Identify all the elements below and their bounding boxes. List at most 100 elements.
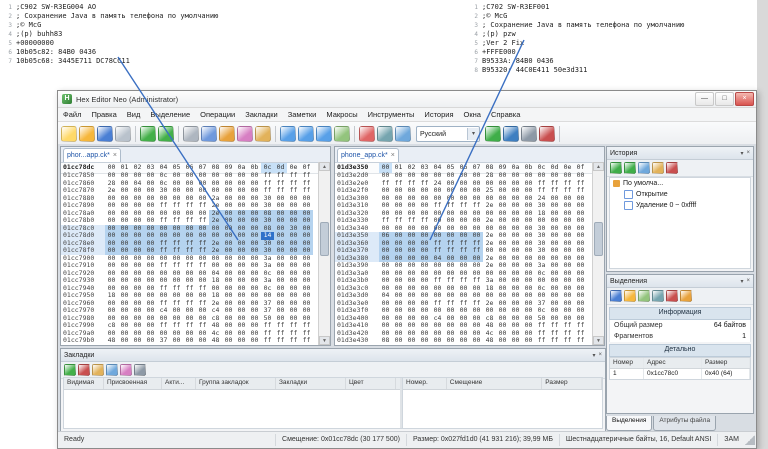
- title-bar[interactable]: H Hex Editor Neo (Administrator) — □ ×: [58, 91, 756, 108]
- hex-byte-cell[interactable]: 37: [157, 337, 170, 345]
- history-item[interactable]: Удаление 0 ~ 0xffff: [610, 200, 750, 211]
- hex-byte-cell[interactable]: 00: [248, 337, 261, 345]
- hex-byte-cell[interactable]: 00: [522, 337, 535, 345]
- menu-item-макросы[interactable]: Макросы: [321, 108, 362, 121]
- scroll-up-icon[interactable]: ▲: [319, 162, 330, 171]
- redo-icon[interactable]: [158, 126, 174, 142]
- hex-byte-cell[interactable]: ff: [561, 337, 574, 345]
- menu-item-заметки[interactable]: Заметки: [283, 108, 322, 121]
- bookmark-options-icon[interactable]: [134, 364, 146, 376]
- pin-icon[interactable]: ▾: [740, 150, 743, 157]
- hex-byte-cell[interactable]: 00: [183, 337, 196, 345]
- bookmark-add-icon[interactable]: [64, 364, 76, 376]
- statistics-icon[interactable]: [377, 126, 393, 142]
- selection-save-icon[interactable]: [610, 290, 622, 302]
- menu-item-справка[interactable]: Справка: [486, 108, 525, 121]
- maximize-button[interactable]: □: [715, 92, 734, 106]
- hex-byte-cell[interactable]: 00: [457, 337, 470, 345]
- scroll-down-icon[interactable]: ▼: [319, 336, 330, 345]
- find-icon[interactable]: [280, 126, 296, 142]
- paste-icon[interactable]: [219, 126, 235, 142]
- menu-item-закладки[interactable]: Закладки: [240, 108, 282, 121]
- scroll-down-icon[interactable]: ▼: [593, 336, 604, 345]
- hex-byte-cell[interactable]: 48: [209, 337, 222, 345]
- scroll-thumb[interactable]: [320, 222, 329, 256]
- history-root-item[interactable]: По умолча...: [610, 178, 750, 189]
- hex-byte-cell[interactable]: ff: [548, 337, 561, 345]
- new-file-icon[interactable]: [61, 126, 77, 142]
- bookmark-remove-icon[interactable]: [78, 364, 90, 376]
- selection-union-icon[interactable]: [652, 290, 664, 302]
- hex-byte-cell[interactable]: 08: [379, 337, 392, 345]
- edit-pencil-icon[interactable]: [255, 126, 271, 142]
- document-tab[interactable]: phor...app.ck*×: [63, 148, 121, 162]
- tab-file-attributes[interactable]: Атрибуты файла: [653, 416, 716, 431]
- hex-byte-cell[interactable]: 48: [105, 337, 118, 345]
- minimize-button[interactable]: —: [695, 92, 714, 106]
- close-button[interactable]: ×: [735, 92, 754, 106]
- pin-icon[interactable]: ▾: [592, 352, 595, 359]
- vertical-scrollbar[interactable]: ▲▼: [592, 162, 604, 345]
- hex-grid[interactable]: 01cc7850000000000c00000000000000ffffffff…: [61, 172, 319, 345]
- hex-grid[interactable]: 01d3e2d000000000000000002800000000000000…: [335, 172, 593, 345]
- hex-byte-cell[interactable]: ff: [535, 337, 548, 345]
- open-file-icon[interactable]: [79, 126, 95, 142]
- menu-item-файл[interactable]: Файл: [58, 108, 86, 121]
- panel-close-icon[interactable]: ×: [746, 278, 750, 284]
- hex-byte-cell[interactable]: 00: [431, 337, 444, 345]
- history-forward-icon[interactable]: [624, 162, 636, 174]
- customize-icon[interactable]: [539, 126, 555, 142]
- hex-byte-cell[interactable]: 00: [144, 337, 157, 345]
- hex-byte-cell[interactable]: ff: [287, 337, 300, 345]
- undo-icon[interactable]: [140, 126, 156, 142]
- find-replace-icon[interactable]: [298, 126, 314, 142]
- hex-byte-cell[interactable]: ff: [300, 337, 313, 345]
- document-tab[interactable]: phone_app.ck*×: [337, 148, 399, 162]
- windows-tile-icon[interactable]: [395, 126, 411, 142]
- panel-close-icon[interactable]: ×: [598, 352, 602, 358]
- print-icon[interactable]: [115, 126, 131, 142]
- bookmarks-col-header[interactable]: Номер.: [403, 378, 447, 389]
- bookmarks-col-header[interactable]: Размер: [542, 378, 602, 389]
- history-panel-titlebar[interactable]: История ▾ ×: [607, 147, 753, 160]
- bookmarks-col-header[interactable]: Цвет: [346, 378, 396, 389]
- history-clear-icon[interactable]: [666, 162, 678, 174]
- bookmarks-col-header[interactable]: Присвоенная: [104, 378, 162, 389]
- bookmarks-panel-titlebar[interactable]: Закладки ▾ ×: [61, 349, 605, 362]
- scroll-thumb[interactable]: [594, 222, 603, 256]
- bookmark-group-icon[interactable]: [106, 364, 118, 376]
- panel-close-icon[interactable]: ×: [746, 150, 750, 156]
- fill-icon[interactable]: [237, 126, 253, 142]
- hex-byte-cell[interactable]: 00: [509, 337, 522, 345]
- history-save-icon[interactable]: [652, 162, 664, 174]
- hex-byte-cell[interactable]: ff: [574, 337, 587, 345]
- save-file-icon[interactable]: [97, 126, 113, 142]
- history-item[interactable]: Открытие: [610, 189, 750, 200]
- tab-close-icon[interactable]: ×: [113, 152, 117, 159]
- bookmarks-col-header[interactable]: Группа закладок: [196, 378, 276, 389]
- bookmark-color-icon[interactable]: [120, 364, 132, 376]
- hex-byte-cell[interactable]: 00: [496, 337, 509, 345]
- selection-copy-icon[interactable]: [680, 290, 692, 302]
- hex-byte-cell[interactable]: ff: [274, 337, 287, 345]
- bookmarks-col-header[interactable]: Акти...: [162, 378, 196, 389]
- copy-icon[interactable]: [201, 126, 217, 142]
- hex-byte-cell[interactable]: 00: [470, 337, 483, 345]
- goto-offset-icon[interactable]: [316, 126, 332, 142]
- menu-item-выделение[interactable]: Выделение: [145, 108, 195, 121]
- selection-clear-icon[interactable]: [666, 290, 678, 302]
- resize-grip[interactable]: [745, 435, 755, 445]
- history-branch-icon[interactable]: [638, 162, 650, 174]
- select-range-icon[interactable]: [334, 126, 350, 142]
- sync-icon[interactable]: [485, 126, 501, 142]
- bookmarks-col-header[interactable]: Смещение: [447, 378, 543, 389]
- hex-byte-cell[interactable]: 00: [118, 337, 131, 345]
- menu-item-правка[interactable]: Правка: [86, 108, 121, 121]
- tab-close-icon[interactable]: ×: [391, 152, 395, 159]
- menu-item-история[interactable]: История: [419, 108, 458, 121]
- hex-byte-cell[interactable]: 00: [196, 337, 209, 345]
- hex-byte-cell[interactable]: 48: [483, 337, 496, 345]
- bookmarks-col-header[interactable]: Видимая: [64, 378, 104, 389]
- hex-byte-cell[interactable]: ff: [261, 337, 274, 345]
- bookmarks-col-header[interactable]: Закладки: [276, 378, 346, 389]
